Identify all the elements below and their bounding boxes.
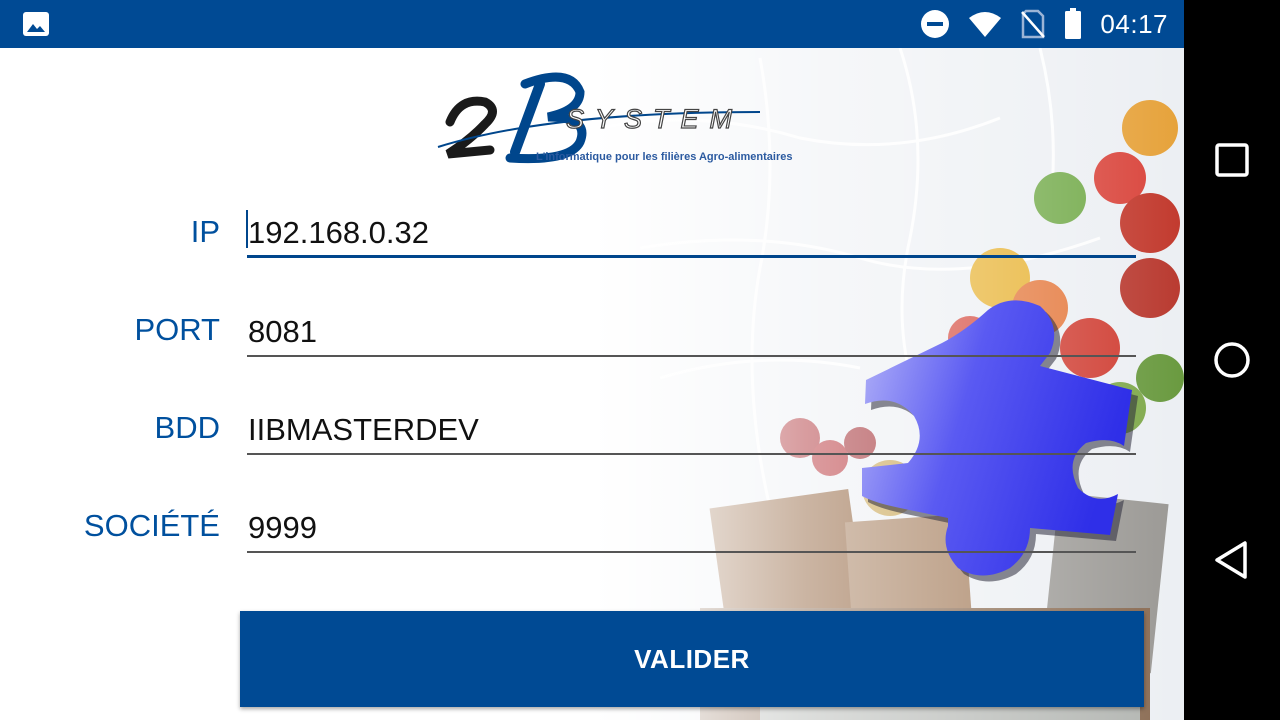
app-content: SYSTEM L'informatique pour les filières … [0,48,1184,720]
bdd-input[interactable] [247,407,1136,455]
back-icon[interactable] [1212,540,1252,580]
port-input[interactable] [247,309,1136,357]
recents-icon[interactable] [1212,140,1252,180]
logo-tagline: L'informatique pour les filières Agro-al… [536,151,793,163]
bdd-label: BDD [154,410,220,445]
gallery-icon [23,12,49,36]
valider-button[interactable]: VALIDER [240,611,1144,707]
text-cursor [246,210,248,248]
wifi-icon [969,12,1002,37]
home-icon[interactable] [1212,340,1252,380]
no-sim-icon [1021,9,1046,39]
societe-label: SOCIÉTÉ [83,508,220,543]
status-clock: 04:17 [1100,8,1168,39]
societe-input[interactable] [247,505,1136,553]
status-bar: 04:17 [0,0,1184,48]
ip-label: IP [190,214,220,249]
do-not-disturb-icon [921,10,950,38]
logo-wordmark: SYSTEM [565,103,744,134]
battery-icon [1065,8,1082,39]
port-label: PORT [134,312,220,347]
navigation-bar [1184,0,1280,720]
ip-input[interactable] [247,210,1136,258]
